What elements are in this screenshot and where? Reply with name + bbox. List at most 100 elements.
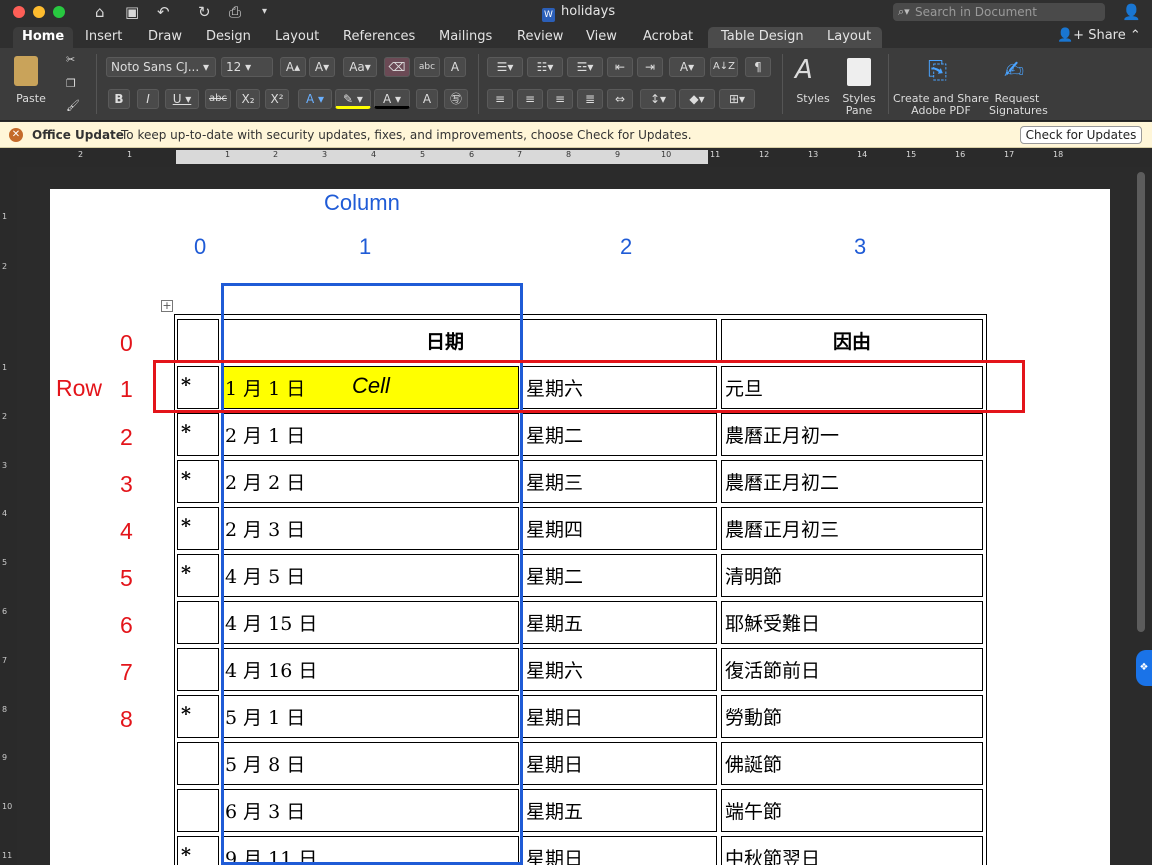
styles-icon[interactable]: A — [795, 56, 813, 84]
home-icon[interactable]: ⌂ — [95, 3, 105, 21]
mark-cell[interactable]: * — [177, 836, 219, 865]
weekday-cell[interactable]: 星期三 — [522, 460, 717, 503]
styles-pane-icon[interactable] — [847, 58, 871, 86]
weekday-cell[interactable]: 星期二 — [522, 554, 717, 597]
multilevel-list-button[interactable]: ☲▾ — [567, 57, 603, 77]
italic-button[interactable]: I — [137, 89, 159, 109]
tab-table-layout[interactable]: Layout — [818, 27, 880, 48]
reason-cell[interactable]: 勞動節 — [721, 695, 983, 738]
mark-cell[interactable] — [177, 789, 219, 832]
shrink-font-button[interactable]: A▾ — [309, 57, 335, 77]
mark-cell[interactable] — [177, 648, 219, 691]
document-page[interactable]: Column 0 1 2 3 Row 0 1 2 3 4 5 6 7 8 + 日… — [50, 189, 1110, 865]
search-input[interactable]: ⌕▾ Search in Document — [893, 3, 1105, 21]
tab-layout[interactable]: Layout — [266, 27, 328, 48]
copy-icon[interactable]: ❐ — [66, 78, 76, 90]
line-spacing-button[interactable]: ↕▾ — [640, 89, 676, 109]
numbering-button[interactable]: ☷▾ — [527, 57, 563, 77]
highlight-color-button[interactable]: ✎ ▾ — [335, 89, 371, 109]
weekday-cell[interactable]: 星期四 — [522, 507, 717, 550]
distributed-button[interactable]: ⇔ — [607, 89, 633, 109]
customize-toolbar-icon[interactable]: ▾ — [262, 3, 267, 21]
tab-insert[interactable]: Insert — [76, 27, 131, 48]
close-window-button[interactable] — [13, 6, 25, 18]
styles-label[interactable]: Styles — [794, 93, 832, 105]
align-left-button[interactable]: ≡ — [487, 89, 513, 109]
reason-cell[interactable]: 中秋節翌日 — [721, 836, 983, 865]
collapse-ribbon-icon[interactable]: ⌃ — [1130, 28, 1141, 43]
text-effects-button[interactable]: A ▾ — [298, 89, 332, 109]
reason-cell[interactable]: 耶穌受難日 — [721, 601, 983, 644]
clear-formatting-button[interactable]: ⌫ — [384, 57, 410, 77]
tab-review[interactable]: Review — [508, 27, 572, 48]
vertical-scrollbar[interactable] — [1137, 172, 1145, 632]
header-cell-mark[interactable] — [177, 319, 219, 362]
create-pdf-icon[interactable]: ⎘ — [928, 56, 947, 84]
redo-icon[interactable]: ↻ — [198, 3, 211, 21]
reason-cell[interactable]: 復活節前日 — [721, 648, 983, 691]
tab-mailings[interactable]: Mailings — [430, 27, 501, 48]
bold-button[interactable]: B — [108, 89, 130, 109]
request-signatures-label[interactable]: Request Signatures — [989, 93, 1048, 117]
tab-home[interactable]: Home — [13, 27, 74, 48]
reason-cell[interactable]: 農曆正月初三 — [721, 507, 983, 550]
vertical-ruler[interactable]: 1 2 1 2 3 4 5 6 7 8 9 10 11 — [0, 167, 17, 865]
show-formatting-button[interactable]: ¶ — [745, 57, 771, 77]
mark-cell[interactable]: * — [177, 507, 219, 550]
phonetic-guide-button[interactable]: abc — [414, 57, 440, 77]
dropbox-icon[interactable]: ❖ — [1136, 650, 1152, 686]
mark-cell[interactable] — [177, 601, 219, 644]
tab-design[interactable]: Design — [197, 27, 260, 48]
font-name-select[interactable]: Noto Sans CJ... ▾ — [106, 57, 216, 77]
decrease-indent-button[interactable]: ⇤ — [607, 57, 633, 77]
cut-icon[interactable]: ✂ — [66, 54, 75, 66]
request-signatures-icon[interactable]: ✍ — [1004, 56, 1024, 84]
align-center-button[interactable]: ≡ — [517, 89, 543, 109]
bullets-button[interactable]: ☰▾ — [487, 57, 523, 77]
reason-cell[interactable]: 清明節 — [721, 554, 983, 597]
increase-indent-button[interactable]: ⇥ — [637, 57, 663, 77]
mark-cell[interactable]: * — [177, 554, 219, 597]
underline-button[interactable]: U ▾ — [165, 89, 199, 109]
weekday-cell[interactable]: 星期日 — [522, 742, 717, 785]
font-size-select[interactable]: 12 ▾ — [221, 57, 273, 77]
superscript-button[interactable]: X² — [265, 89, 289, 109]
create-share-pdf-label[interactable]: Create and Share Adobe PDF — [893, 93, 989, 117]
styles-pane-label[interactable]: Styles Pane — [838, 93, 880, 117]
tab-table-design[interactable]: Table Design — [712, 27, 813, 48]
tab-draw[interactable]: Draw — [139, 27, 191, 48]
mark-cell[interactable] — [177, 742, 219, 785]
reason-cell[interactable]: 佛誕節 — [721, 742, 983, 785]
print-icon[interactable]: ⎙ — [229, 3, 241, 21]
minimize-window-button[interactable] — [33, 6, 45, 18]
share-button[interactable]: 👤+ Share ⌃ — [1057, 28, 1141, 43]
mark-cell[interactable]: * — [177, 413, 219, 456]
account-icon[interactable]: 👤 — [1122, 3, 1141, 21]
subscript-button[interactable]: X₂ — [236, 89, 260, 109]
paste-icon[interactable] — [14, 56, 38, 86]
shading-button[interactable]: ◆▾ — [679, 89, 715, 109]
mark-cell[interactable]: * — [177, 460, 219, 503]
sort-button[interactable]: A↓Z — [710, 57, 738, 77]
weekday-cell[interactable]: 星期日 — [522, 836, 717, 865]
check-for-updates-button[interactable]: Check for Updates — [1020, 126, 1142, 144]
table-move-handle-icon[interactable]: + — [161, 300, 173, 312]
dismiss-message-icon[interactable]: ✕ — [9, 128, 23, 142]
horizontal-ruler[interactable]: 2 1 1 2 3 4 5 6 7 8 9 10 11 12 13 14 15 … — [0, 148, 1152, 167]
format-painter-icon[interactable]: 🖌 — [66, 100, 80, 112]
reason-cell[interactable]: 農曆正月初二 — [721, 460, 983, 503]
reason-cell[interactable]: 農曆正月初一 — [721, 413, 983, 456]
weekday-cell[interactable]: 星期五 — [522, 789, 717, 832]
header-cell-reason[interactable]: 因由 — [721, 319, 983, 362]
borders-button[interactable]: ⊞▾ — [719, 89, 755, 109]
change-case-button[interactable]: Aa▾ — [343, 57, 377, 77]
weekday-cell[interactable]: 星期五 — [522, 601, 717, 644]
tab-view[interactable]: View — [577, 27, 626, 48]
weekday-cell[interactable]: 星期六 — [522, 648, 717, 691]
weekday-cell[interactable]: 星期二 — [522, 413, 717, 456]
grow-font-button[interactable]: A▴ — [280, 57, 306, 77]
tab-references[interactable]: References — [334, 27, 424, 48]
zoom-window-button[interactable] — [53, 6, 65, 18]
align-right-button[interactable]: ≡ — [547, 89, 573, 109]
strikethrough-button[interactable]: abc — [205, 89, 231, 109]
